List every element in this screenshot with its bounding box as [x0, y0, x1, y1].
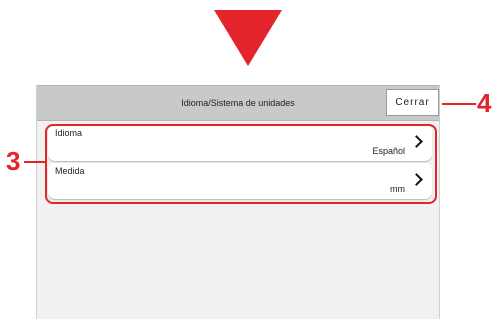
list-highlight-frame: [45, 124, 437, 204]
callout-line-3: [24, 161, 45, 163]
callout-number-3: 3: [6, 146, 21, 176]
page-title: Idioma/Sistema de unidades: [181, 98, 295, 108]
down-arrow-icon: [214, 10, 282, 66]
header-bar: Idioma/Sistema de unidades Cerrar: [37, 85, 439, 121]
callout-number-4: 4: [477, 88, 492, 118]
callout-line-4: [442, 103, 476, 105]
close-button[interactable]: Cerrar: [386, 89, 439, 116]
